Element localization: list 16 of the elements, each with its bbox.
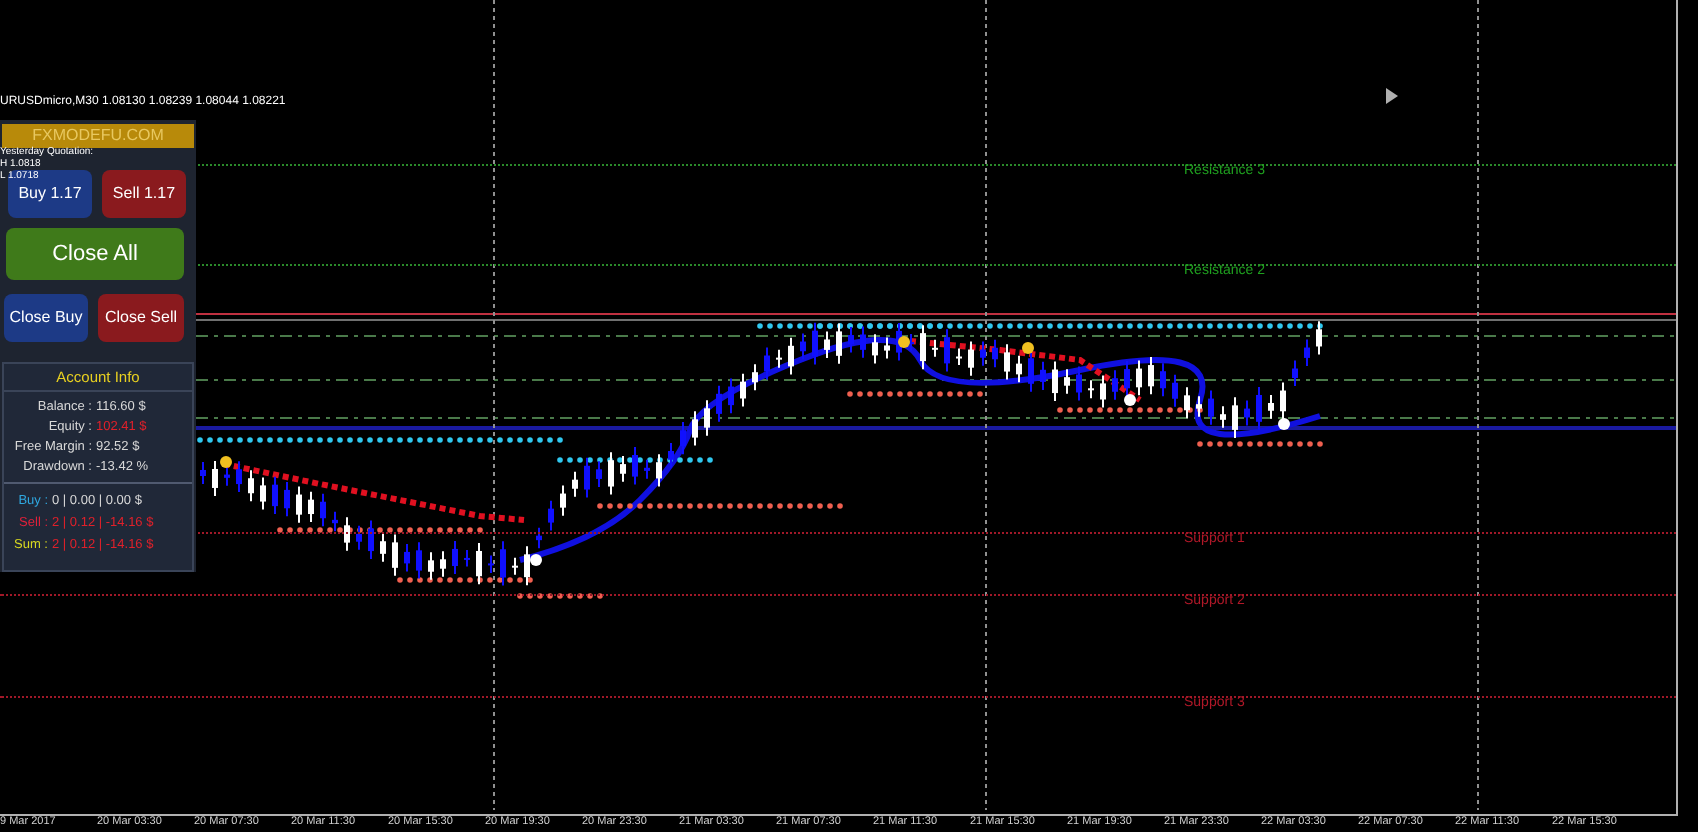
close-sell-button[interactable]: Close Sell <box>98 294 184 342</box>
logo-text: FXMODEFU.COM <box>32 128 164 144</box>
signal-dot <box>1278 418 1290 430</box>
signal-dot <box>898 336 910 348</box>
dotted-level-line <box>397 577 533 583</box>
dotted-level-line <box>847 391 983 397</box>
signal-dot <box>220 456 232 468</box>
signal-dot <box>1022 342 1034 354</box>
close-buy-button[interactable]: Close Buy <box>4 294 88 342</box>
close-all-button[interactable]: Close All <box>6 228 184 280</box>
sell-button[interactable]: Sell 1.17 <box>102 170 186 218</box>
triangle-icon <box>1386 88 1398 104</box>
signal-dot <box>530 554 542 566</box>
dotted-level-line <box>517 593 603 599</box>
signal-dot <box>1124 394 1136 406</box>
dotted-level-line <box>1197 441 1323 447</box>
